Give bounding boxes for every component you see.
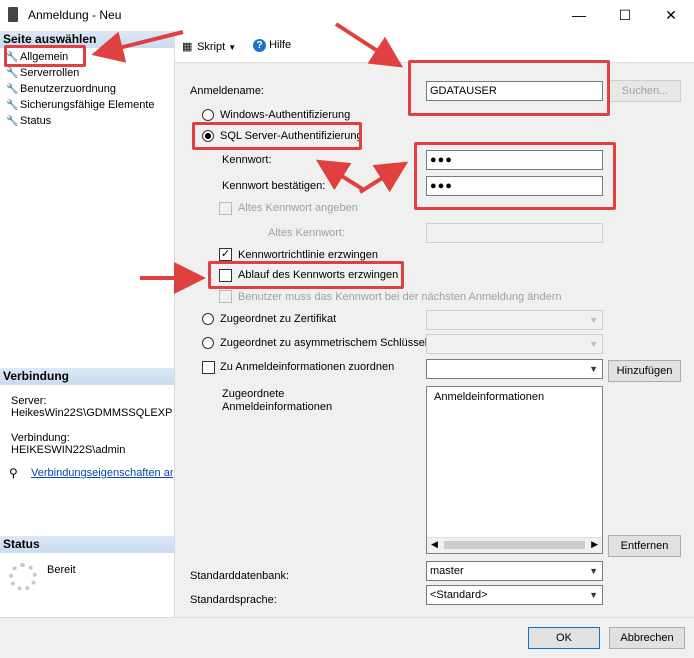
annotation-arrows (91, 22, 409, 294)
arrow-to-password-label (315, 159, 366, 192)
arrow-to-password-box (358, 161, 409, 194)
arrow-to-login-name (334, 22, 404, 68)
arrow-to-general (91, 30, 184, 63)
